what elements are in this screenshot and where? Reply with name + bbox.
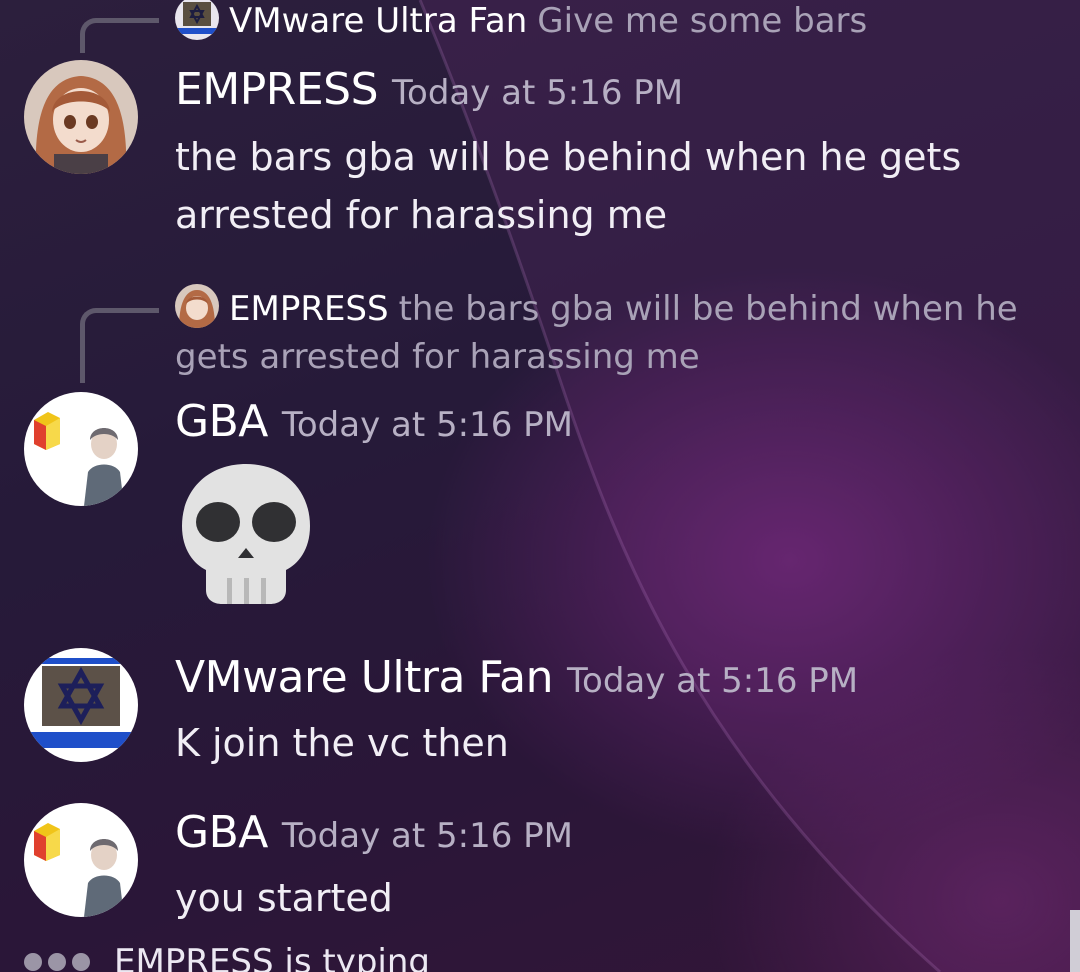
avatar[interactable] xyxy=(24,60,138,174)
reply-username: VMware Ultra Fan xyxy=(229,1,528,41)
skull-emoji xyxy=(178,460,314,606)
typing-dot-icon xyxy=(48,952,66,971)
reply-preview[interactable]: EMPRESS the bars gba will be behind when … xyxy=(175,284,1055,381)
username[interactable]: EMPRESS xyxy=(175,64,379,115)
reply-avatar xyxy=(175,284,219,328)
timestamp: Today at 5:16 PM xyxy=(281,816,573,856)
message-text: K join the vc then xyxy=(175,721,509,765)
reply-text: Give me some bars xyxy=(537,1,868,41)
avatar[interactable] xyxy=(24,392,138,506)
timestamp: Today at 5:16 PM xyxy=(281,405,573,445)
flag-avatar-image xyxy=(24,648,138,762)
typing-indicator: EMPRESS is typing xyxy=(24,940,430,972)
username[interactable]: VMware Ultra Fan xyxy=(175,652,554,703)
anime-girl-avatar-image xyxy=(24,60,138,174)
reply-username: EMPRESS xyxy=(229,289,389,329)
gba-avatar-image xyxy=(24,392,138,506)
reply-connector xyxy=(80,308,159,383)
username[interactable]: GBA xyxy=(175,807,268,858)
message-text: you started xyxy=(175,876,393,920)
typing-text: EMPRESS is typing xyxy=(114,941,430,972)
gba-avatar-image xyxy=(24,803,138,917)
reply-preview[interactable]: VMware Ultra Fan Give me some bars xyxy=(175,0,1055,45)
reply-avatar xyxy=(175,0,219,40)
timestamp: Today at 5:16 PM xyxy=(392,73,684,113)
typing-dot-icon xyxy=(24,952,42,971)
avatar[interactable] xyxy=(24,803,138,917)
username[interactable]: GBA xyxy=(175,396,268,447)
message-text: the bars gba will be behind when he gets… xyxy=(175,135,962,237)
typing-dot-icon xyxy=(72,952,90,971)
reply-connector xyxy=(80,18,159,53)
timestamp: Today at 5:16 PM xyxy=(567,661,859,701)
avatar[interactable] xyxy=(24,648,138,762)
scrollbar[interactable] xyxy=(1070,910,1080,972)
